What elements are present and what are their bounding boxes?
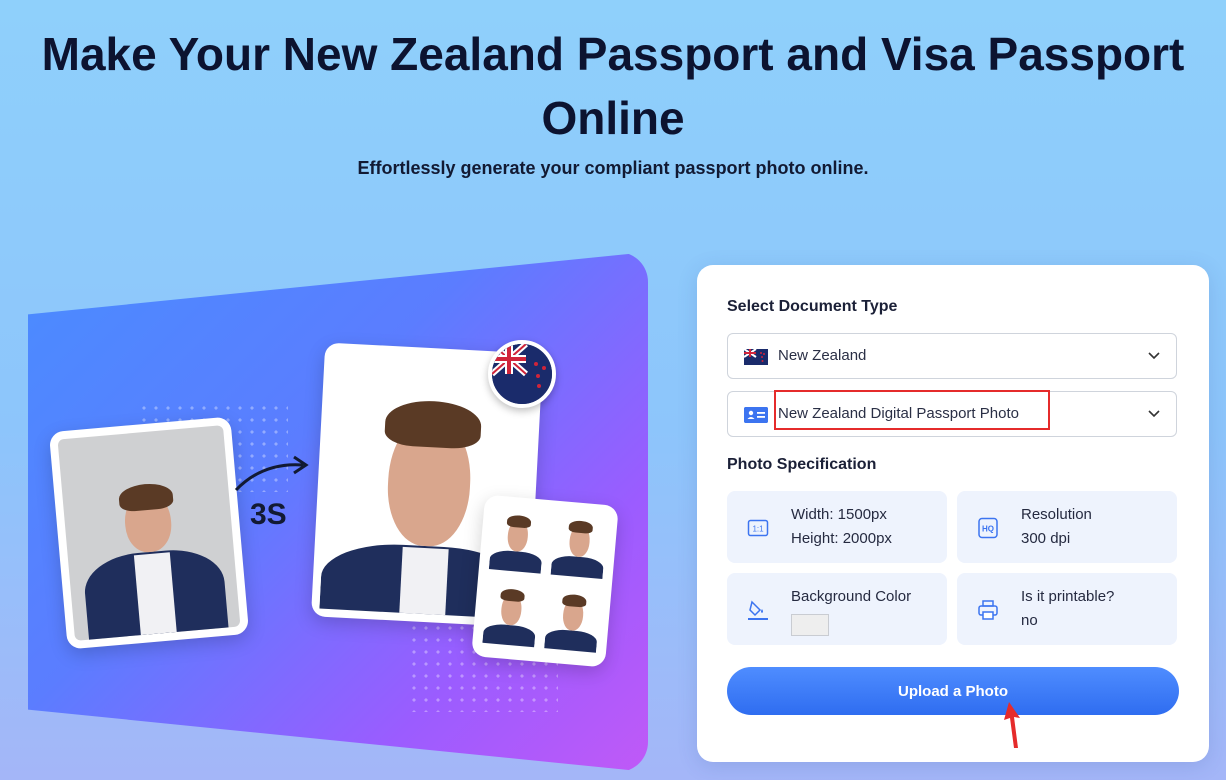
spec-resolution-title: Resolution xyxy=(1021,506,1092,523)
hero-illustration: 3S xyxy=(28,252,648,772)
spec-width: Width: 1500px xyxy=(791,506,887,523)
processing-time-label: 3S xyxy=(250,498,287,531)
original-photo xyxy=(48,416,250,650)
spec-background-card: Background Color xyxy=(727,573,947,645)
id-card-icon xyxy=(744,407,768,423)
chevron-down-icon xyxy=(1148,352,1160,360)
spec-printable-card: Is it printable? no xyxy=(957,573,1177,645)
document-select-value: New Zealand Digital Passport Photo xyxy=(778,405,1019,422)
country-select-value: New Zealand xyxy=(778,347,867,364)
paint-bucket-icon xyxy=(748,600,768,620)
photo-spec-label: Photo Specification xyxy=(727,456,877,473)
annotation-arrow-icon xyxy=(1004,702,1020,748)
print-sheet xyxy=(471,494,619,668)
page-subtitle: Effortlessly generate your compliant pas… xyxy=(357,158,869,178)
svg-text:HQ: HQ xyxy=(982,525,994,534)
hq-icon: HQ xyxy=(978,517,998,539)
document-type-label: Select Document Type xyxy=(727,298,898,315)
ratio-icon: 1:1 xyxy=(747,519,769,537)
country-select[interactable]: New Zealand xyxy=(727,333,1177,379)
printer-icon xyxy=(978,600,998,620)
upload-photo-button[interactable]: Upload a Photo xyxy=(727,667,1179,715)
spec-height: Height: 2000px xyxy=(791,530,892,547)
spec-printable-title: Is it printable? xyxy=(1021,588,1115,605)
chevron-down-icon xyxy=(1148,410,1160,418)
new-zealand-flag-icon xyxy=(488,340,556,408)
document-select[interactable]: New Zealand Digital Passport Photo xyxy=(727,390,1177,437)
svg-text:1:1: 1:1 xyxy=(752,525,764,534)
arrow-icon xyxy=(234,455,309,492)
spec-printable-value: no xyxy=(1021,612,1038,629)
page-title: Make Your New Zealand Passport and Visa … xyxy=(41,28,1185,144)
document-form-panel: Select Document Type New Zealand New Zea… xyxy=(697,265,1209,762)
background-color-swatch xyxy=(791,614,829,636)
spec-resolution-value: 300 dpi xyxy=(1021,530,1071,547)
spec-size-card: 1:1 Width: 1500px Height: 2000px xyxy=(727,491,947,563)
spec-resolution-card: HQ Resolution 300 dpi xyxy=(957,491,1177,563)
new-zealand-flag-icon xyxy=(744,349,768,365)
spec-background-title: Background Color xyxy=(791,588,912,605)
